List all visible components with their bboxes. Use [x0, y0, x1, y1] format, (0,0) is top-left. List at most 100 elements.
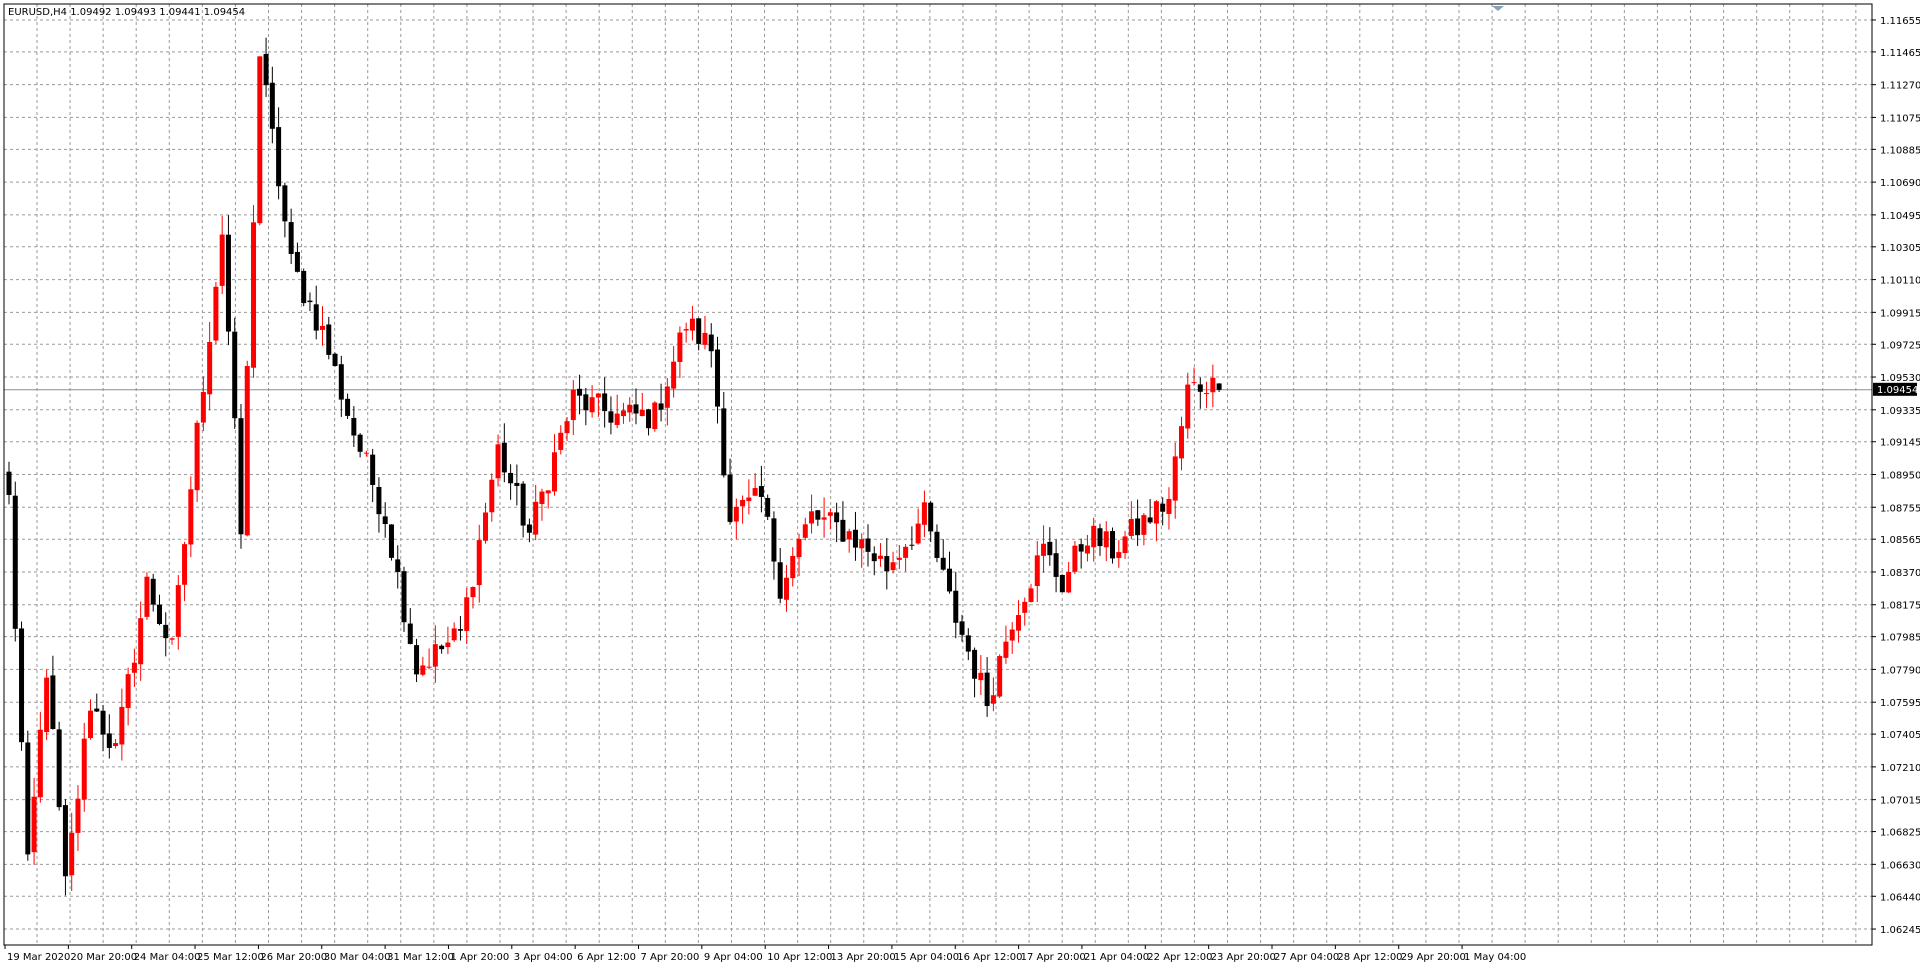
candle-body [1066, 571, 1072, 593]
candle-body [1191, 382, 1197, 384]
candle-body [865, 538, 871, 552]
candle-body [495, 444, 501, 479]
candle-body [313, 304, 319, 331]
price-tick-label: 1.09145 [1880, 438, 1920, 449]
candle-body [207, 342, 213, 395]
candle-body [75, 798, 81, 833]
time-tick-label: 16 Apr 12:00 [957, 952, 1022, 963]
candle-body [244, 366, 250, 536]
price-tick-label: 1.10690 [1880, 178, 1920, 189]
candle-body [752, 488, 758, 496]
candle-body [194, 422, 200, 491]
candle-body [269, 82, 275, 129]
candle-body [1135, 518, 1141, 536]
candle [232, 317, 238, 429]
candle-body [113, 743, 119, 747]
price-tick-label: 1.07790 [1880, 665, 1920, 676]
candle [332, 352, 338, 367]
candle-body [125, 674, 131, 709]
candle-body [1122, 536, 1128, 554]
price-tick-label: 1.08175 [1880, 601, 1920, 612]
candle-body [677, 332, 683, 362]
candle-body [821, 517, 827, 520]
symbol-info: EURUSD,H4 1.09492 1.09493 1.09441 1.0945… [8, 7, 245, 18]
candle-body [852, 529, 858, 548]
candle-body [1116, 552, 1122, 558]
candle-body [520, 483, 526, 526]
time-tick-label: 15 Apr 04:00 [894, 952, 959, 963]
candle-body [332, 353, 338, 366]
candle-body [1185, 384, 1191, 429]
price-tick-label: 1.07405 [1880, 730, 1920, 741]
time-tick-label: 24 Mar 04:00 [134, 952, 201, 963]
candle-body [88, 710, 94, 739]
candle-body [307, 300, 313, 303]
candle-body [1003, 641, 1009, 658]
candle-body [915, 523, 921, 544]
time-tick-label: 26 Mar 20:00 [260, 952, 327, 963]
candle-body [771, 518, 777, 562]
candle [1059, 574, 1065, 593]
candle [44, 669, 50, 741]
candle-body [175, 585, 181, 637]
candle-body [388, 524, 394, 558]
candle-body [840, 519, 846, 542]
candle-body [577, 388, 583, 396]
time-tick-label: 30 Mar 04:00 [324, 952, 391, 963]
candle-body [326, 324, 332, 355]
candle-body [213, 286, 219, 341]
candle-body [432, 644, 438, 667]
candle-body [551, 452, 557, 492]
candle-body [953, 590, 959, 623]
candle-body [727, 474, 733, 522]
time-tick-label: 1 Apr 20:00 [450, 952, 509, 963]
candle-body [827, 512, 833, 516]
candle-body [1103, 531, 1109, 548]
candle-body [884, 556, 890, 572]
candle-body [802, 524, 808, 538]
candle-body [320, 325, 325, 330]
candle-body [457, 629, 463, 631]
candle-body [476, 540, 482, 586]
time-tick-label: 31 Mar 12:00 [387, 952, 454, 963]
price-tick-label: 1.11270 [1880, 81, 1920, 92]
time-tick-label: 10 Apr 12:00 [767, 952, 832, 963]
candle-body [984, 672, 990, 707]
candle-body [464, 597, 470, 631]
candle-body [451, 628, 457, 641]
candle-body [225, 234, 231, 332]
candle-body [1210, 377, 1216, 393]
candle-body [715, 349, 721, 407]
candle-body [934, 531, 940, 558]
candle-body [990, 695, 996, 704]
price-tick-label: 1.06630 [1880, 860, 1920, 871]
chart-window[interactable]: 1.11655 1.11465 1.11270 1.11075 1.10885 1.106… [0, 0, 1920, 968]
candle-body [708, 334, 714, 352]
candle-body [56, 729, 62, 808]
price-tick-label: 1.11075 [1880, 113, 1920, 124]
price-tick-label: 1.10885 [1880, 145, 1920, 156]
candle-body [815, 510, 821, 520]
candle-body [978, 672, 984, 681]
candle-body [1097, 528, 1103, 547]
candle-body [1197, 384, 1203, 392]
candle-body [69, 832, 75, 876]
candle-body [1153, 501, 1159, 524]
candle [19, 621, 25, 751]
candlestick-chart[interactable]: 1.11655 1.11465 1.11270 1.11075 1.10885 1.106… [0, 0, 1920, 968]
price-tick-label: 1.07210 [1880, 763, 1920, 774]
candle-body [834, 512, 840, 523]
candle [213, 282, 219, 345]
time-tick-label: 19 Mar 2020 [7, 952, 70, 963]
candle-body [1034, 555, 1040, 587]
candle-body [445, 642, 451, 648]
candle-body [1091, 525, 1097, 548]
candle-body [746, 497, 752, 502]
candle-body [1110, 531, 1116, 559]
time-tick-label: 17 Apr 20:00 [1021, 952, 1086, 963]
price-tick-label: 1.11655 [1880, 16, 1920, 27]
candle-body [1147, 517, 1153, 523]
candle-body [614, 413, 620, 425]
candle-body [526, 524, 532, 533]
candle-body [972, 649, 978, 679]
